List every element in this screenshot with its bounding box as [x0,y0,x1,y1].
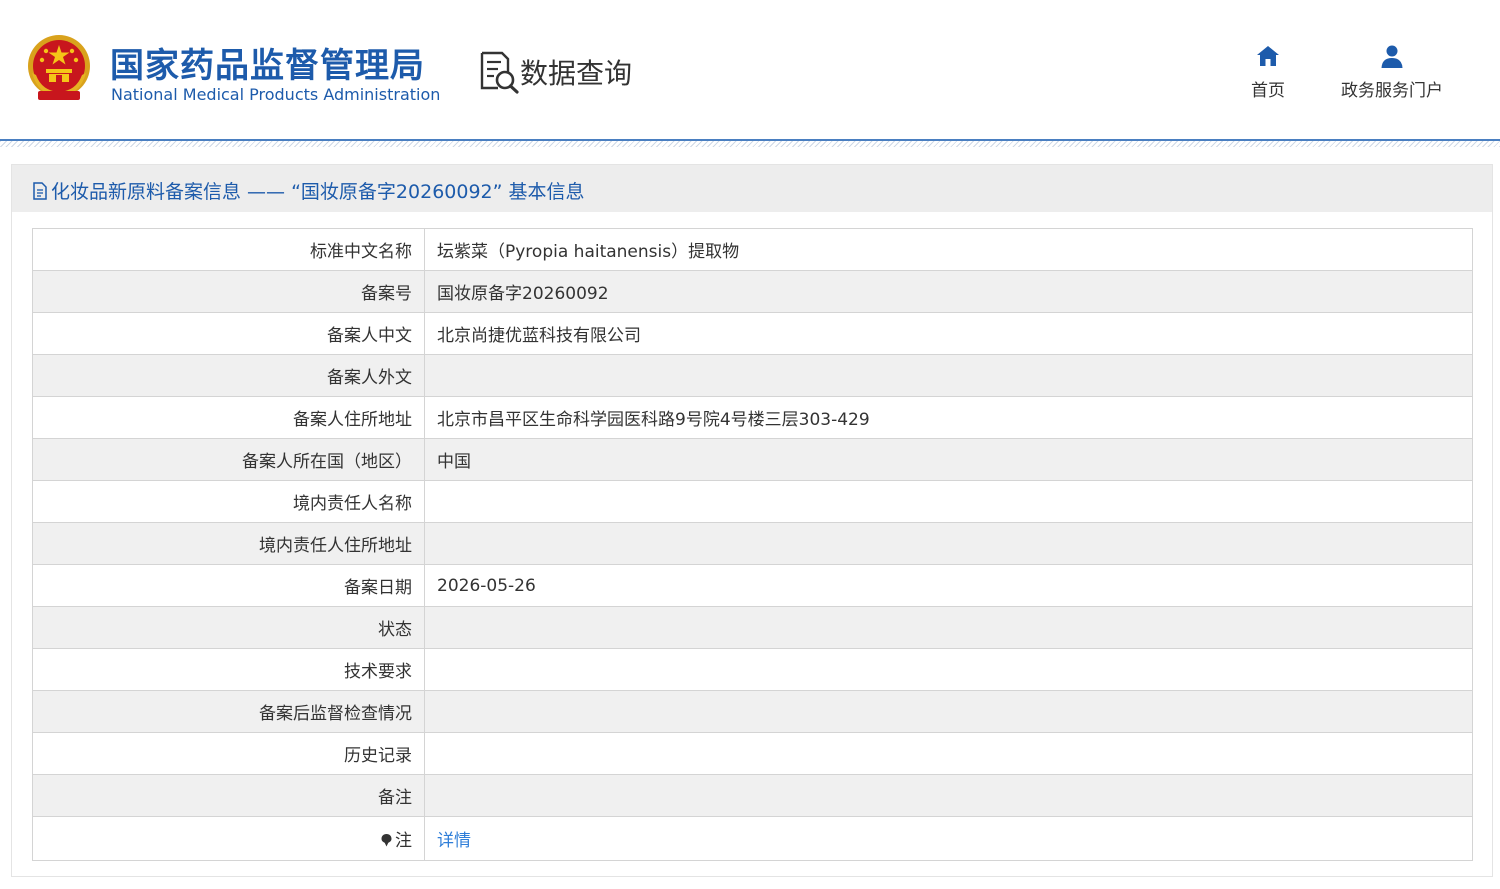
row-value [424,354,1473,397]
header-divider [0,141,1500,147]
row-label: 标准中文名称 [32,228,425,271]
panel-header: 化妆品新原料备案信息 —— “国妆原备字20260092” 基本信息 [12,165,1492,212]
nav-home-label: 首页 [1251,81,1285,101]
row-value: 2026-05-26 [424,564,1473,607]
row-label: 备案后监督检查情况 [32,690,425,733]
row-value [424,480,1473,523]
row-label: 境内责任人名称 [32,480,425,523]
table-row: 备案日期 2026-05-26 [32,564,1473,607]
row-value: 中国 [424,438,1473,481]
row-label: 状态 [32,606,425,649]
national-emblem-icon[interactable] [24,33,94,103]
document-icon [33,181,47,200]
row-value [424,732,1473,775]
table-row: 状态 [32,606,1473,649]
home-icon [1257,46,1279,66]
note-value-cell: 详情 [424,816,1473,861]
row-value [424,606,1473,649]
row-label: 备案人所在国（地区） [32,438,425,481]
row-label: 备案人外文 [32,354,425,397]
table-row: 备案后监督检查情况 [32,690,1473,733]
table-row: 备案人所在国（地区） 中国 [32,438,1473,481]
data-query-heading: 数据查询 [478,50,632,94]
user-icon [1381,45,1403,68]
nav-service-portal[interactable]: 政务服务门户 [1334,44,1450,101]
row-label: 备案人中文 [32,312,425,355]
record-info-table: 标准中文名称 坛紫菜（Pyropia haitanensis）提取物 备案号 国… [32,228,1473,861]
table-row: 备案人外文 [32,354,1473,397]
note-label: 注 [395,831,412,851]
data-query-label: 数据查询 [520,57,633,90]
data-query-icon [480,51,519,94]
row-value [424,690,1473,733]
row-value: 坛紫菜（Pyropia haitanensis）提取物 [424,228,1473,271]
table-row: 历史记录 [32,732,1473,775]
row-label: 备注 [32,774,425,817]
row-value [424,522,1473,565]
table-row: 技术要求 [32,648,1473,691]
nav-home[interactable]: 首页 [1240,44,1296,101]
panel-title-text: 化妆品新原料备案信息 —— “国妆原备字20260092” 基本信息 [51,181,585,203]
row-label: 技术要求 [32,648,425,691]
details-link[interactable]: 详情 [437,831,471,851]
site-header: 国家药品监督管理局 National Medical Products Admi… [0,0,1500,141]
row-value: 北京尚捷优蓝科技有限公司 [424,312,1473,355]
table-row: 境内责任人住所地址 [32,522,1473,565]
row-label: 历史记录 [32,732,425,775]
table-row: 境内责任人名称 [32,480,1473,523]
row-label: 境内责任人住所地址 [32,522,425,565]
nav-service-portal-label: 政务服务门户 [1341,81,1443,101]
table-row: 备案号 国妆原备字20260092 [32,270,1473,313]
agency-name-en: National Medical Products Administration [111,85,441,104]
note-label-cell: 注 [32,816,425,861]
row-label: 备案号 [32,270,425,313]
record-panel: 化妆品新原料备案信息 —— “国妆原备字20260092” 基本信息 标准中文名… [11,164,1493,877]
table-row: 备案人中文 北京尚捷优蓝科技有限公司 [32,312,1473,355]
row-label: 备案人住所地址 [32,396,425,439]
row-value: 国妆原备字20260092 [424,270,1473,313]
panel-title: 化妆品新原料备案信息 —— “国妆原备字20260092” 基本信息 [32,177,585,204]
agency-name-cn: 国家药品监督管理局 [110,46,425,86]
table-row: 标准中文名称 坛紫菜（Pyropia haitanensis）提取物 [32,228,1473,271]
row-value: 北京市昌平区生命科学园医科路9号院4号楼三层303-429 [424,396,1473,439]
row-label: 备案日期 [32,564,425,607]
row-value [424,774,1473,817]
table-row: 备注 [32,774,1473,817]
row-value [424,648,1473,691]
pin-icon [381,834,392,847]
table-row: 备案人住所地址 北京市昌平区生命科学园医科路9号院4号楼三层303-429 [32,396,1473,439]
note-row: 注 详情 [32,816,1473,861]
